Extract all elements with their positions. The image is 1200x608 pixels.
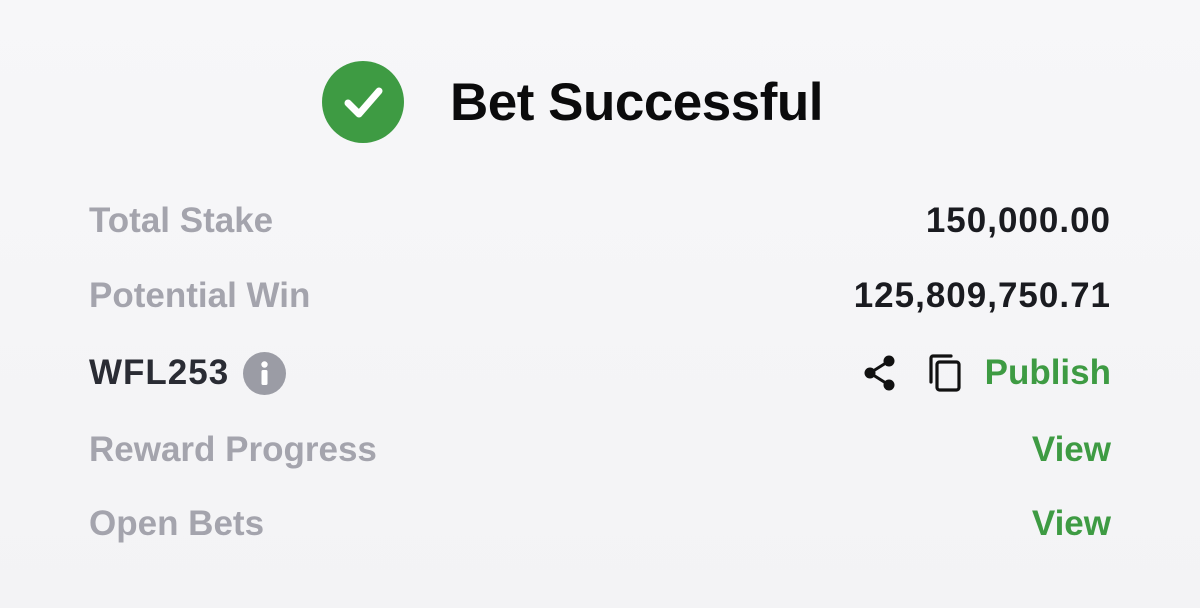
bet-code: WFL253 xyxy=(89,353,230,392)
total-stake-value: 150,000.00 xyxy=(925,201,1111,240)
info-icon[interactable] xyxy=(243,351,287,395)
reward-progress-label: Reward Progress xyxy=(89,430,377,469)
total-stake-label: Total Stake xyxy=(89,201,274,240)
share-icon[interactable] xyxy=(859,352,901,394)
potential-win-row: Potential Win 125,809,750.71 xyxy=(89,271,1111,321)
bet-code-row: WFL253 Publish xyxy=(89,348,1111,398)
success-header: Bet Successful xyxy=(322,61,823,143)
reward-progress-row: Reward Progress View xyxy=(89,425,1111,475)
reward-progress-view-link[interactable]: View xyxy=(1032,430,1111,470)
open-bets-label: Open Bets xyxy=(89,504,265,543)
bet-code-group: WFL253 xyxy=(89,351,287,395)
check-circle-icon xyxy=(322,61,404,143)
copy-icon[interactable] xyxy=(925,352,965,394)
open-bets-row: Open Bets View xyxy=(89,499,1111,549)
open-bets-view-link[interactable]: View xyxy=(1032,504,1111,544)
potential-win-value: 125,809,750.71 xyxy=(853,276,1111,315)
page-title: Bet Successful xyxy=(450,72,823,132)
bet-code-actions: Publish xyxy=(859,352,1111,394)
bet-success-panel: Bet Successful Total Stake 150,000.00 Po… xyxy=(0,0,1200,608)
total-stake-row: Total Stake 150,000.00 xyxy=(89,196,1111,246)
publish-button[interactable]: Publish xyxy=(985,353,1111,393)
potential-win-label: Potential Win xyxy=(89,276,311,315)
